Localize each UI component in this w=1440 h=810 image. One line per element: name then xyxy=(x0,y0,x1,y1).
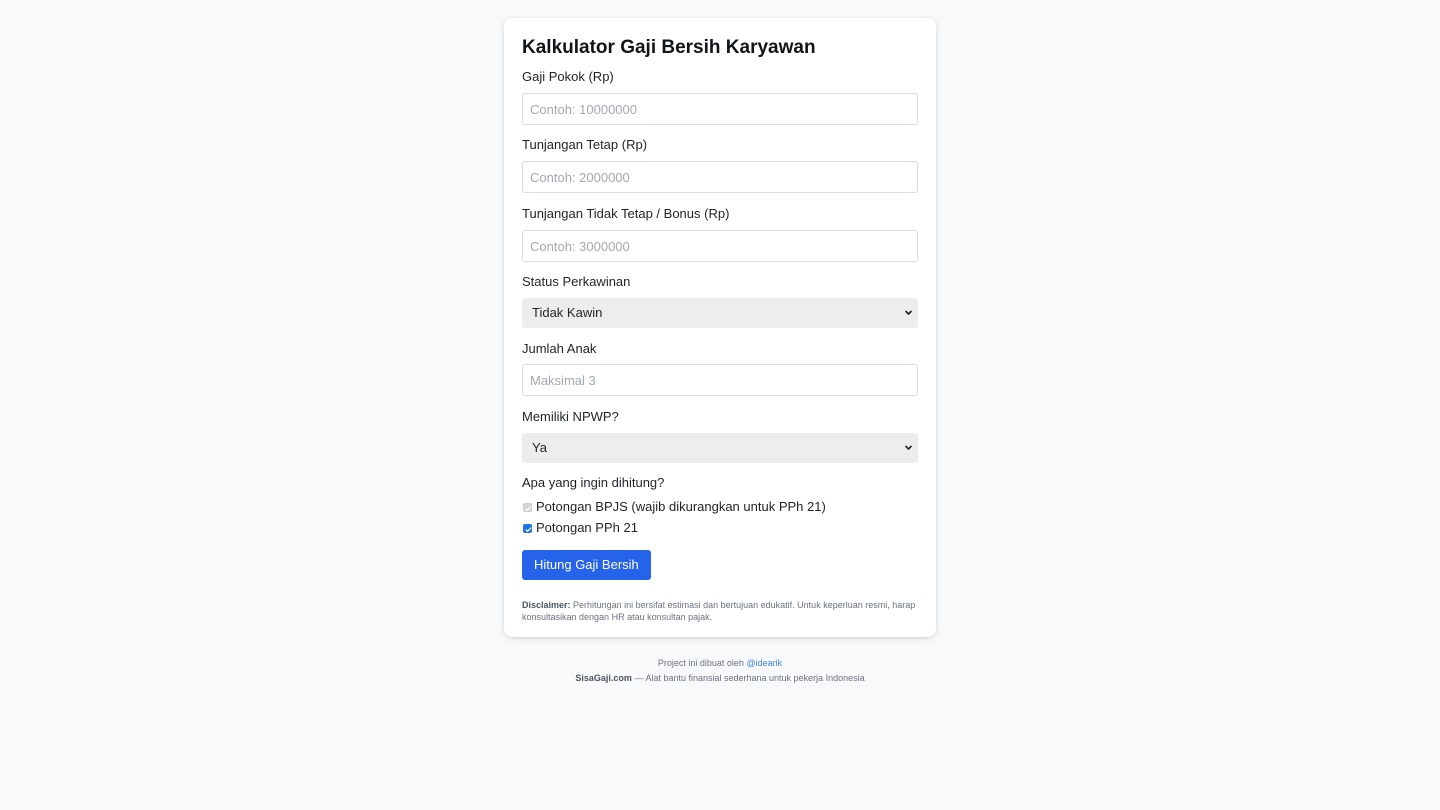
bpjs-option-label: Potongan BPJS (wajib dikurangkan untuk P… xyxy=(536,499,826,514)
status-perkawinan-select[interactable]: Tidak Kawin xyxy=(522,298,918,328)
footer-credit-prefix: Project ini dibuat oleh xyxy=(657,658,744,668)
pph21-option: Potongan PPh 21 xyxy=(522,520,918,536)
calculator-card: Kalkulator Gaji Bersih Karyawan Gaji Pok… xyxy=(504,18,936,637)
npwp-select[interactable]: Ya xyxy=(522,433,918,463)
disclaimer: Disclaimer: Perhitungan ini bersifat est… xyxy=(522,599,918,623)
footer: Project ini dibuat oleh @idearik SisaGaj… xyxy=(0,656,1440,686)
footer-tagline: — Alat bantu finansial sederhana untuk p… xyxy=(634,673,865,683)
tunjangan-tetap-label: Tunjangan Tetap (Rp) xyxy=(522,137,648,152)
npwp-value: Ya xyxy=(532,440,547,455)
status-perkawinan-value: Tidak Kawin xyxy=(532,305,603,320)
pph21-checkbox[interactable] xyxy=(523,523,532,533)
tunjangan-tetap-input[interactable] xyxy=(522,161,918,193)
check-icon xyxy=(525,505,532,511)
jumlah-anak-input[interactable] xyxy=(522,364,918,396)
pph21-option-label: Potongan PPh 21 xyxy=(536,520,638,535)
tunjangan-tidak-tetap-label: Tunjangan Tidak Tetap / Bonus (Rp) xyxy=(522,206,730,221)
footer-tagline-row: SisaGaji.com — Alat bantu finansial sede… xyxy=(0,671,1440,686)
disclaimer-title: Disclaimer: xyxy=(522,600,571,610)
npwp-label: Memiliki NPWP? xyxy=(522,409,619,424)
tunjangan-tidak-tetap-input[interactable] xyxy=(522,230,918,262)
chevron-down-icon xyxy=(904,433,913,476)
footer-site-name: SisaGaji.com xyxy=(575,673,632,683)
jumlah-anak-label: Jumlah Anak xyxy=(522,341,597,356)
gaji-pokok-label: Gaji Pokok (Rp) xyxy=(522,69,614,84)
hitung-gaji-bersih-button[interactable]: Hitung Gaji Bersih xyxy=(522,550,651,580)
gaji-pokok-input[interactable] xyxy=(522,93,918,125)
bpjs-option: Potongan BPJS (wajib dikurangkan untuk P… xyxy=(522,499,918,515)
disclaimer-text: Perhitungan ini bersifat estimasi dan be… xyxy=(522,600,916,622)
check-icon xyxy=(525,526,532,532)
bpjs-checkbox[interactable] xyxy=(523,502,532,512)
status-perkawinan-label: Status Perkawinan xyxy=(522,274,631,289)
page-title: Kalkulator Gaji Bersih Karyawan xyxy=(522,37,816,58)
chevron-down-icon xyxy=(904,298,913,341)
footer-credit-link[interactable]: @idearik xyxy=(746,658,782,668)
footer-credit: Project ini dibuat oleh @idearik xyxy=(0,656,1440,671)
hitung-section-label: Apa yang ingin dihitung? xyxy=(522,475,665,490)
